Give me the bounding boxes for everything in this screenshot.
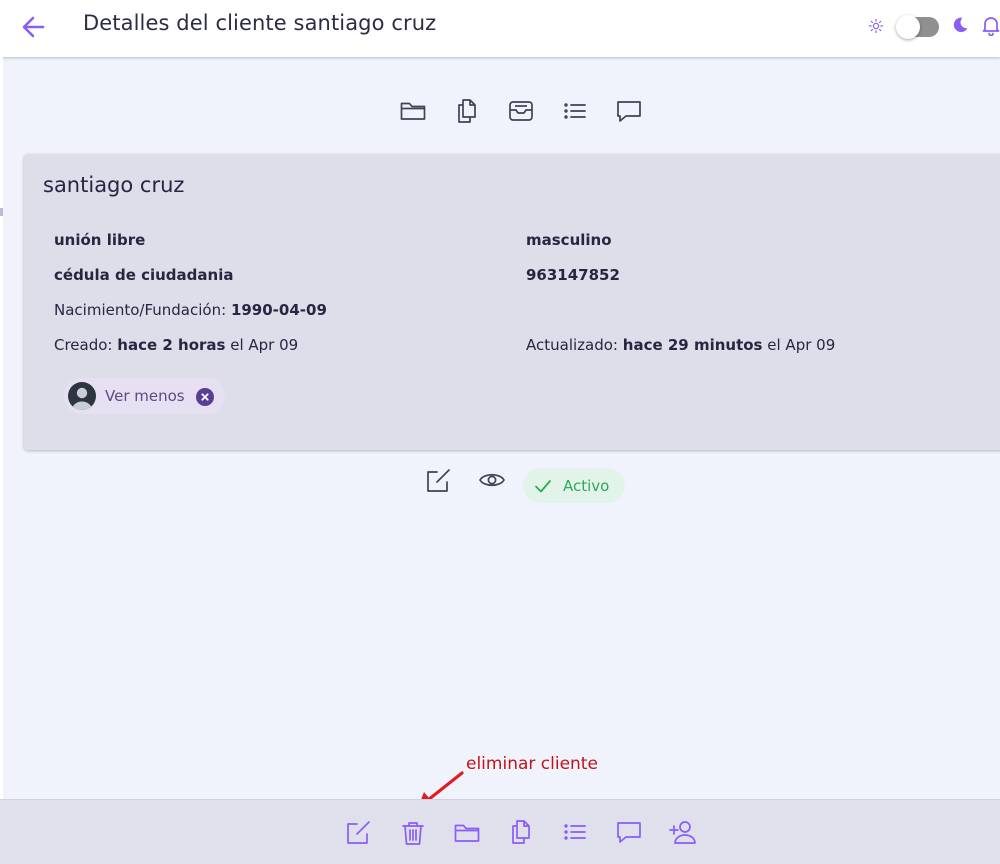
add-user-icon[interactable] [669,818,697,846]
app-header: Detalles del cliente santiago cruz [0,0,1000,57]
gender: masculino [526,231,612,249]
marital-status: unión libre [54,231,146,249]
status-label: Activo [563,477,610,495]
folder-icon[interactable] [453,819,481,847]
edit-icon[interactable] [424,467,452,495]
toggle-knob [896,15,920,39]
created-relative: hace 2 horas [117,336,226,354]
comment-icon[interactable] [615,818,643,846]
trash-icon[interactable] [399,819,427,847]
ver-menos-chip[interactable]: Ver menos [64,378,225,414]
created-date: el Apr 09 [230,336,299,354]
inbox-icon[interactable] [507,97,535,125]
annotation-label: eliminar cliente [466,754,598,774]
list-icon[interactable] [561,818,589,846]
back-arrow-icon[interactable] [20,13,48,41]
moon-icon [951,16,969,34]
left-border-mark [0,208,3,216]
left-border [0,57,3,864]
updated-date: el Apr 09 [767,336,836,354]
bell-icon[interactable] [980,14,1000,37]
view-icon[interactable] [478,466,506,494]
document-number: 963147852 [526,266,620,284]
birth-date-label: Nacimiento/Fundación: [54,301,227,319]
birth-date-row: Nacimiento/Fundación: 1990-04-09 [54,301,327,319]
sun-icon [868,18,884,34]
avatar [68,382,96,410]
card-actions-row: Activo [0,466,1000,506]
client-card: santiago cruz unión libre masculino cédu… [24,154,1000,450]
edit-icon[interactable] [344,819,372,847]
created-label: Creado: [54,336,113,354]
birth-date-value: 1990-04-09 [230,301,327,319]
comment-icon[interactable] [615,97,643,125]
list-icon[interactable] [561,97,589,125]
documents-icon[interactable] [453,97,481,125]
updated-label: Actualizado: [526,336,618,354]
check-icon [533,476,553,496]
folder-icon[interactable] [399,97,427,125]
ver-menos-label: Ver menos [105,387,185,405]
created-row: Creado: hace 2 horas el Apr 09 [54,336,298,354]
theme-toggle[interactable] [896,15,939,39]
updated-relative: hace 29 minutos [622,336,763,354]
client-sections-toolbar [0,97,1000,127]
client-name: santiago cruz [43,173,185,197]
documents-icon[interactable] [507,818,535,846]
document-type: cédula de ciudadania [54,266,234,284]
bottom-action-bar [0,799,1000,864]
close-icon[interactable] [196,388,214,406]
status-badge: Activo [523,468,625,503]
updated-row: Actualizado: hace 29 minutos el Apr 09 [526,336,835,354]
page-title: Detalles del cliente santiago cruz [83,11,437,35]
